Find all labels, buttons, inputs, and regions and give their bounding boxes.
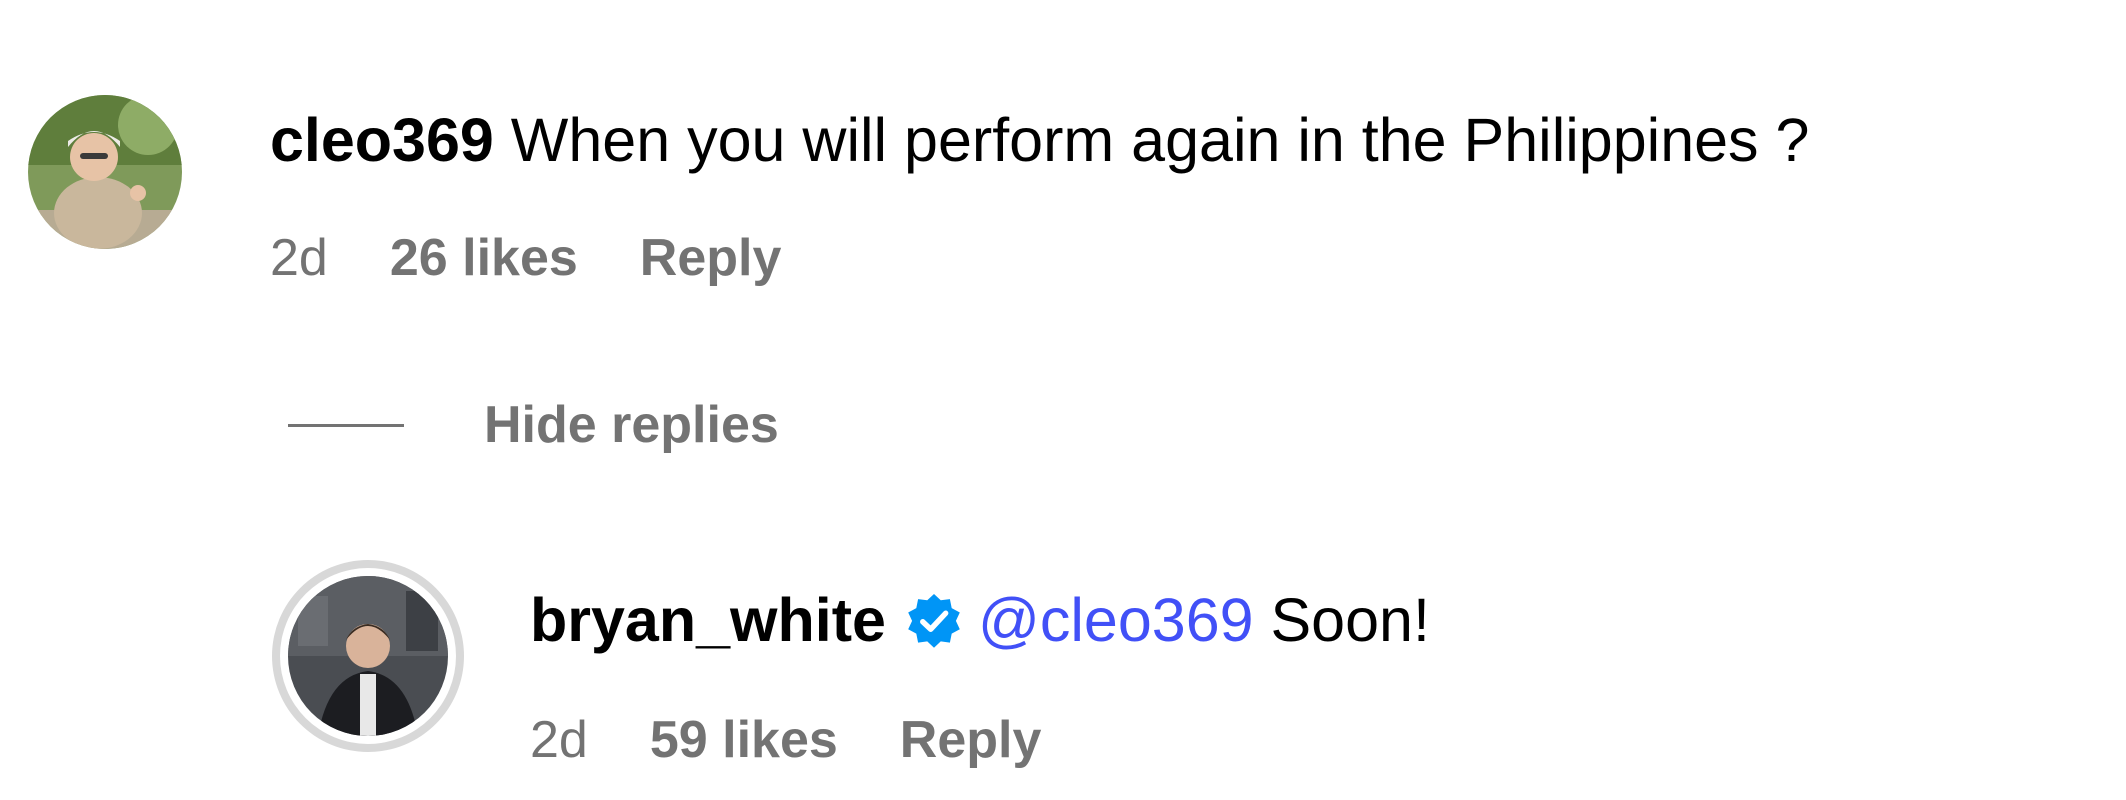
comment-time[interactable]: 2d xyxy=(270,228,328,288)
avatar-photo xyxy=(288,576,448,736)
comment-thread: cleo369 When you will perform again in t… xyxy=(0,0,2126,800)
comment-likes[interactable]: 26 likes xyxy=(390,228,578,288)
reply-body: bryan_white @cleo369 Soon! xyxy=(530,585,1430,655)
reply-likes[interactable]: 59 likes xyxy=(650,710,838,770)
reply-username[interactable]: bryan_white xyxy=(530,586,886,654)
hide-replies-label[interactable]: Hide replies xyxy=(484,395,779,455)
reply-time[interactable]: 2d xyxy=(530,710,588,770)
comment-body: cleo369 When you will perform again in t… xyxy=(270,105,1809,175)
reply-mention-link[interactable]: @cleo369 xyxy=(978,586,1254,654)
hide-replies-button[interactable]: Hide replies xyxy=(288,395,779,455)
bryan-white-avatar[interactable] xyxy=(288,576,448,736)
comment-meta: 2d 26 likes Reply xyxy=(270,228,781,288)
reply-meta: 2d 59 likes Reply xyxy=(530,710,1041,770)
comment-reply-button[interactable]: Reply xyxy=(640,228,782,288)
avatar-photo xyxy=(28,95,182,249)
reply-text: Soon! xyxy=(1270,586,1430,654)
comment-text: When you will perform again in the Phili… xyxy=(510,106,1810,174)
comment-username[interactable]: cleo369 xyxy=(270,106,494,174)
hide-replies-divider xyxy=(288,423,404,427)
verified-badge-icon xyxy=(908,594,960,648)
reply-reply-button[interactable]: Reply xyxy=(900,710,1042,770)
cleo369-avatar[interactable] xyxy=(28,95,182,249)
